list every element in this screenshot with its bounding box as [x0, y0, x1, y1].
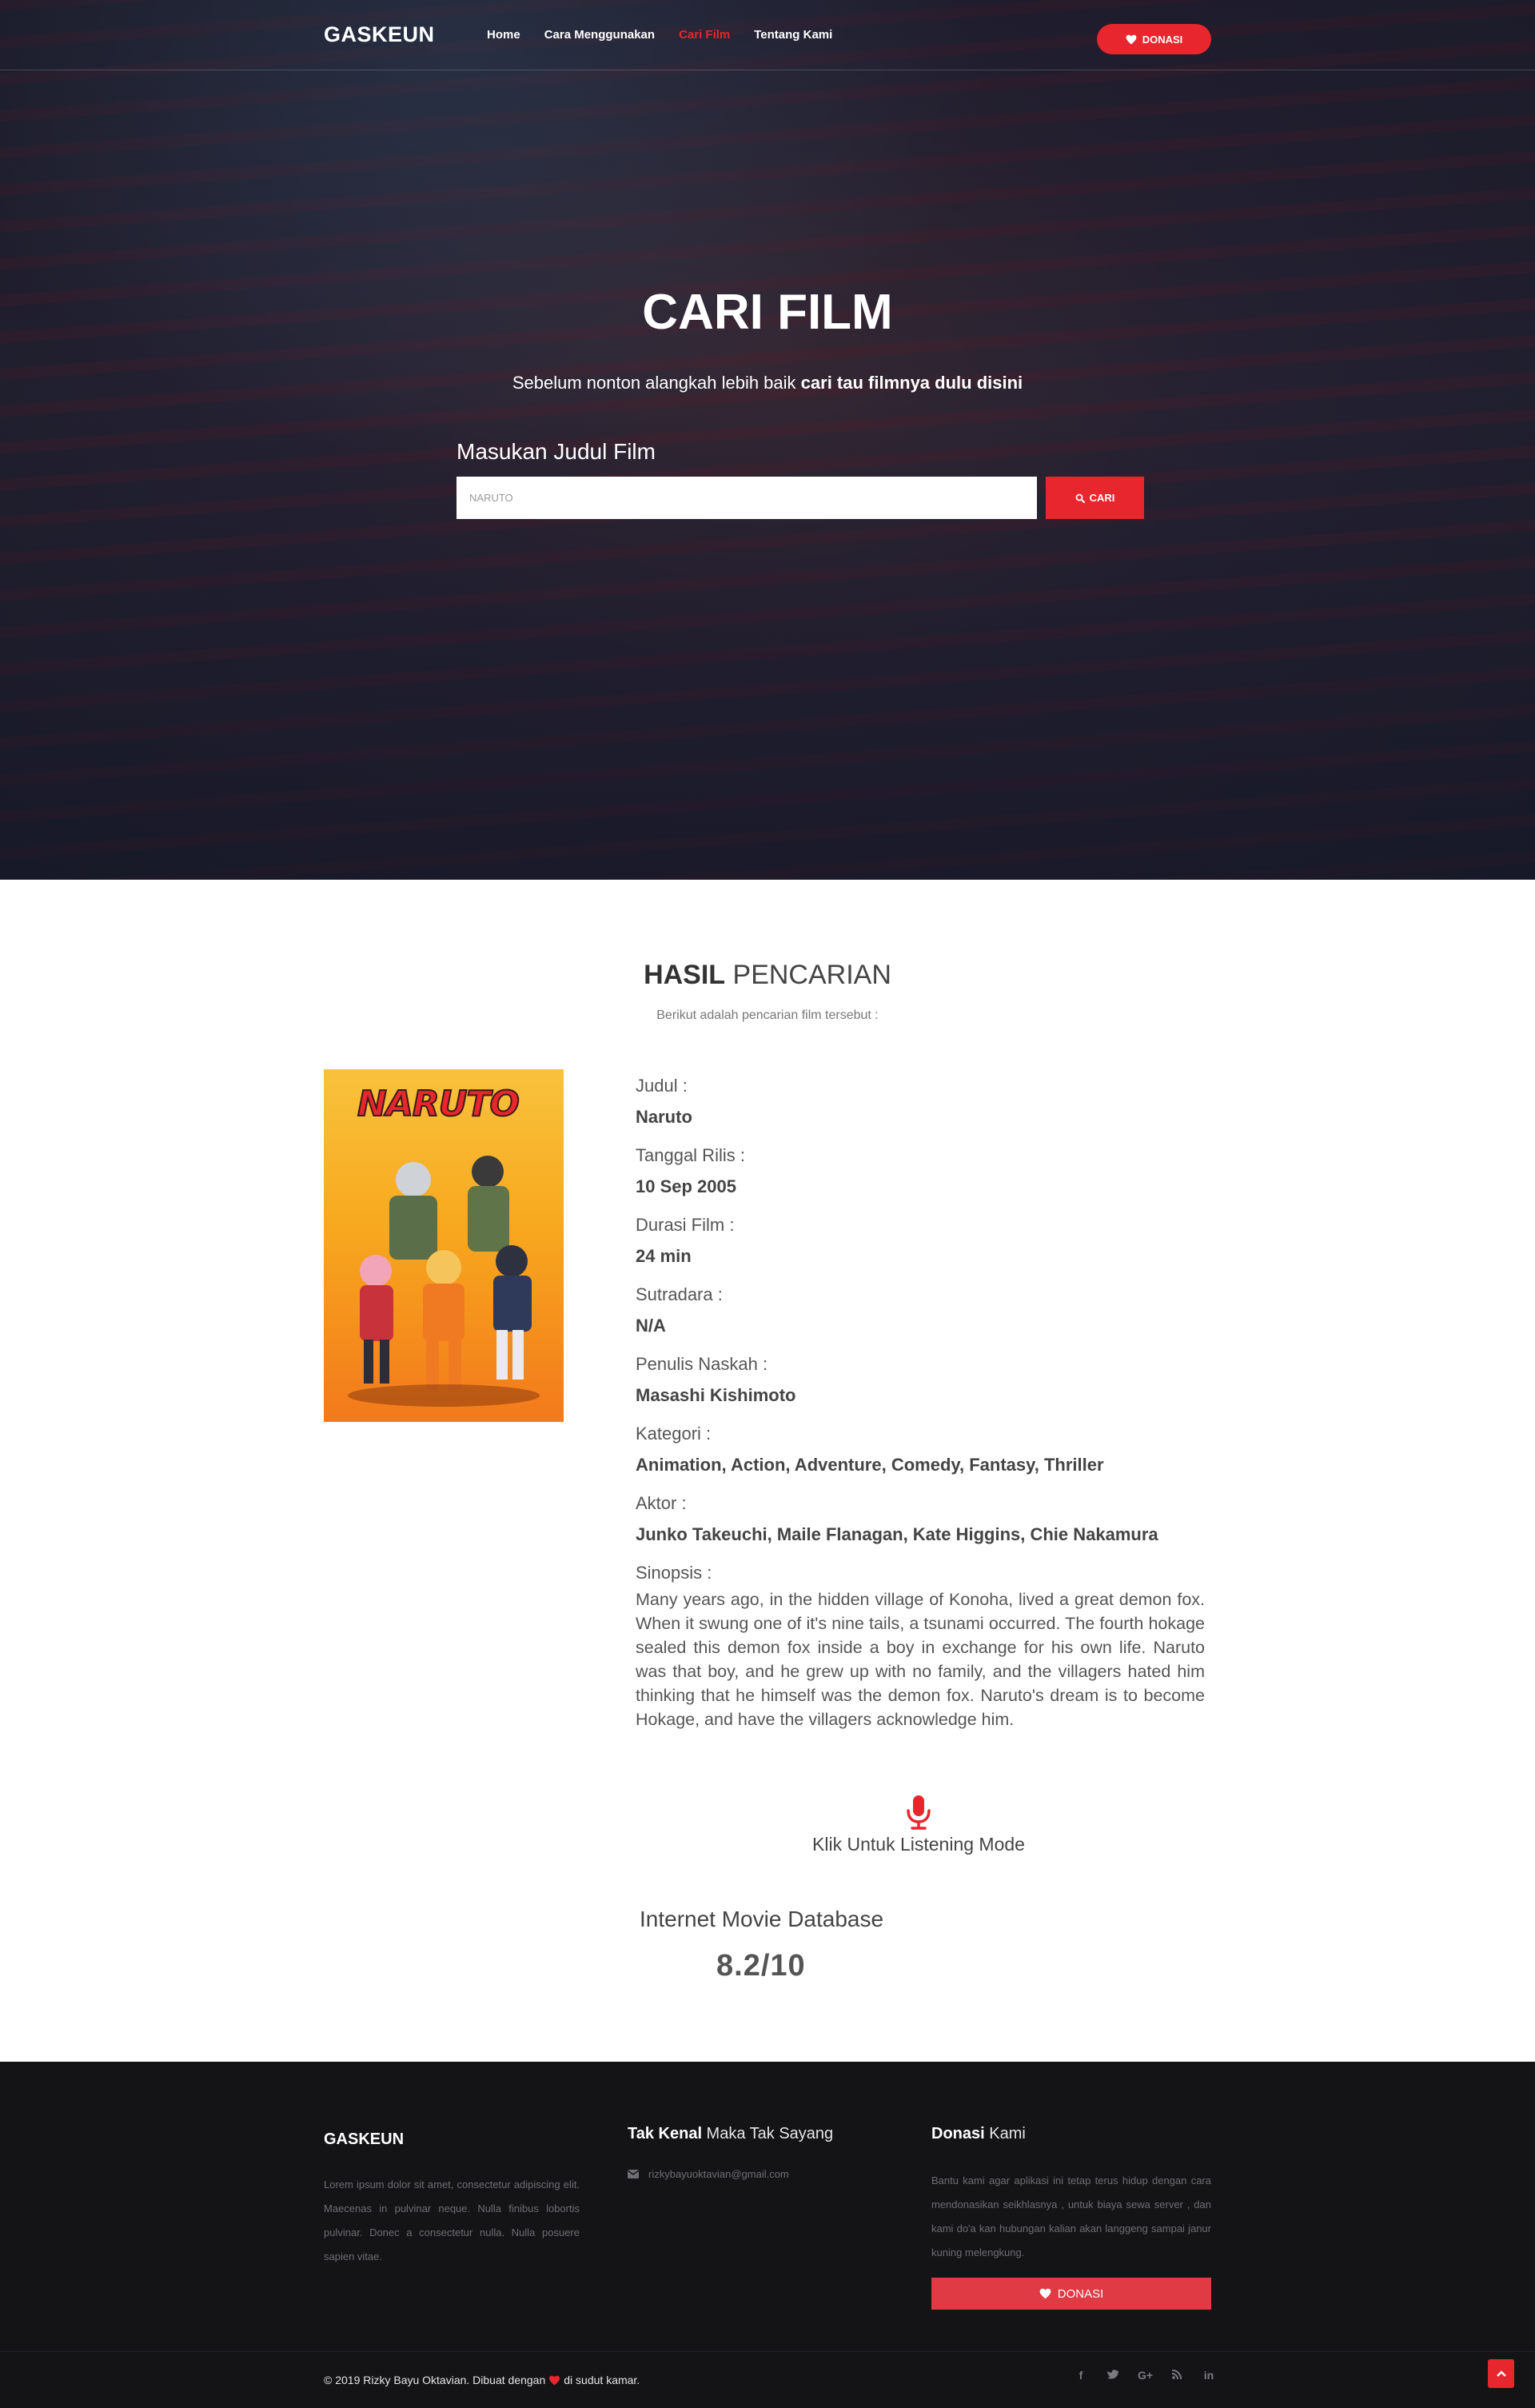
footer — [0, 2062, 1535, 2408]
rss-icon[interactable] — [1170, 2369, 1184, 2382]
nav-link-home[interactable]: Home — [487, 28, 520, 42]
linkedin-icon[interactable]: in — [1202, 2369, 1216, 2382]
field-value: Animation, Action, Adventure, Comedy, Fa… — [636, 1455, 1104, 1475]
field-value: Masashi Kishimoto — [636, 1385, 796, 1405]
footer-donate-text: Bantu kami agar aplikasi ini tetap terus… — [931, 2174, 1211, 2258]
listening-mode-button[interactable]: Klik Untuk Listening Mode — [0, 1834, 1535, 1855]
field-durasi: Durasi Film : 24 min — [636, 1212, 1205, 1278]
envelope-icon — [628, 2170, 639, 2178]
field-judul: Judul : Naruto — [636, 1072, 1205, 1139]
footer-donate-title-rest: Kami — [984, 2125, 1026, 2142]
hero-subtitle: Sebelum nonton alangkah lebih baik cari … — [0, 373, 1535, 393]
field-sinopsis: Sinopsis : Many years ago, in the hidden… — [636, 1559, 1205, 1731]
scroll-to-top-button[interactable] — [1488, 2359, 1514, 2388]
search-icon — [1075, 493, 1085, 503]
field-value: Naruto — [636, 1107, 692, 1127]
movie-poster: NARUTO — [324, 1069, 564, 1422]
movie-details: Judul : Naruto Tanggal Rilis : 10 Sep 20… — [636, 1069, 1205, 1731]
field-value: N/A — [636, 1316, 666, 1336]
google-plus-icon[interactable]: G+ — [1138, 2369, 1153, 2382]
field-label: Sinopsis : — [636, 1563, 712, 1583]
synopsis-text: Many years ago, in the hidden village of… — [636, 1590, 1205, 1729]
field-label: Kategori : — [636, 1424, 712, 1444]
navbar: GASKEUN Home Cara Menggunakan Cari Film … — [0, 0, 1535, 70]
field-sutradara: Sutradara : N/A — [636, 1281, 1205, 1348]
field-label: Penulis Naskah : — [636, 1354, 768, 1374]
twitter-icon[interactable] — [1106, 2369, 1120, 2382]
search-label: Masukan Judul Film — [457, 439, 656, 464]
results-title-bold: HASIL — [644, 960, 726, 990]
hero-banner — [0, 0, 1535, 880]
footer-copyright: © 2019 Rizky Bayu Oktavian. Dibuat denga… — [324, 2374, 640, 2386]
field-value: Junko Takeuchi, Maile Flanagan, Kate Hig… — [636, 1524, 1158, 1544]
field-label: Judul : — [636, 1076, 688, 1096]
donate-button-label: DONASI — [1142, 33, 1183, 46]
footer-donate-title-bold: Donasi — [931, 2125, 985, 2142]
field-label: Sutradara : — [636, 1284, 723, 1304]
search-button[interactable]: CARI — [1046, 477, 1144, 519]
nav-link-cari-film[interactable]: Cari Film — [679, 28, 730, 42]
field-value: 24 min — [636, 1246, 692, 1266]
copyright-text-end: di sudut kamar. — [564, 2374, 640, 2386]
nav-link-cara-menggunakan[interactable]: Cara Menggunakan — [544, 28, 655, 42]
microphone-icon[interactable] — [904, 1795, 933, 1830]
poster-artwork — [348, 1156, 540, 1407]
footer-contact-title-rest: Maka Tak Sayang — [702, 2125, 834, 2142]
search-button-label: CARI — [1089, 492, 1115, 504]
results-subtitle: Berikut adalah pencarian film tersebut : — [656, 1008, 879, 1022]
field-penulis: Penulis Naskah : Masashi Kishimoto — [636, 1351, 1205, 1417]
social-links: f G+ in — [1074, 2369, 1216, 2382]
field-kategori: Kategori : Animation, Action, Adventure,… — [636, 1420, 1205, 1487]
facebook-icon[interactable]: f — [1074, 2369, 1088, 2382]
field-label: Durasi Film : — [636, 1215, 735, 1235]
footer-donate-button[interactable]: DONASI — [931, 2278, 1211, 2310]
chevron-up-icon — [1496, 2370, 1506, 2377]
hero-title: CARI FILM — [642, 285, 893, 340]
field-label: Aktor : — [636, 1493, 687, 1513]
field-tanggal-rilis: Tanggal Rilis : 10 Sep 2005 — [636, 1142, 1205, 1208]
imdb-score: 8.2/10 — [716, 1949, 806, 1983]
footer-about-text: Lorem ipsum dolor sit amet, consectetur … — [324, 2178, 580, 2262]
field-value: 10 Sep 2005 — [636, 1176, 736, 1196]
nav-link-tentang-kami[interactable]: Tentang Kami — [754, 28, 832, 42]
footer-email[interactable]: rizkybayuoktavian@gmail.com — [628, 2168, 789, 2180]
results-title-rest: PENCARIAN — [725, 960, 891, 990]
heart-icon — [549, 2375, 560, 2385]
footer-contact-title-bold: Tak Kenal — [628, 2125, 702, 2142]
results-title: HASIL PENCARIAN — [0, 960, 1535, 991]
field-label: Tanggal Rilis : — [636, 1145, 745, 1165]
footer-divider — [0, 2351, 1535, 2352]
footer-contact-title: Tak Kenal Maka Tak Sayang — [628, 2125, 833, 2143]
copyright-text: © 2019 Rizky Bayu Oktavian. Dibuat denga… — [324, 2374, 546, 2386]
imdb-label: Internet Movie Database — [640, 1907, 884, 1931]
hero-subtitle-plain: Sebelum nonton alangkah lebih baik — [512, 373, 801, 393]
heart-icon — [1039, 2288, 1051, 2299]
footer-donate-label: DONASI — [1057, 2286, 1104, 2301]
footer-donate-title: Donasi Kami — [931, 2125, 1026, 2143]
footer-email-text: rizkybayuoktavian@gmail.com — [648, 2168, 789, 2180]
field-aktor: Aktor : Junko Takeuchi, Maile Flanagan, … — [636, 1490, 1205, 1556]
brand-logo[interactable]: GASKEUN — [324, 22, 435, 47]
footer-brand: GASKEUN — [324, 2130, 405, 2148]
search-input[interactable]: NARUTO — [457, 477, 1037, 519]
nav-links: Home Cara Menggunakan Cari Film Tentang … — [487, 28, 832, 42]
hero-subtitle-bold: cari tau filmnya dulu disini — [800, 373, 1023, 393]
heart-icon — [1126, 34, 1137, 44]
donate-button[interactable]: DONASI — [1097, 24, 1211, 54]
